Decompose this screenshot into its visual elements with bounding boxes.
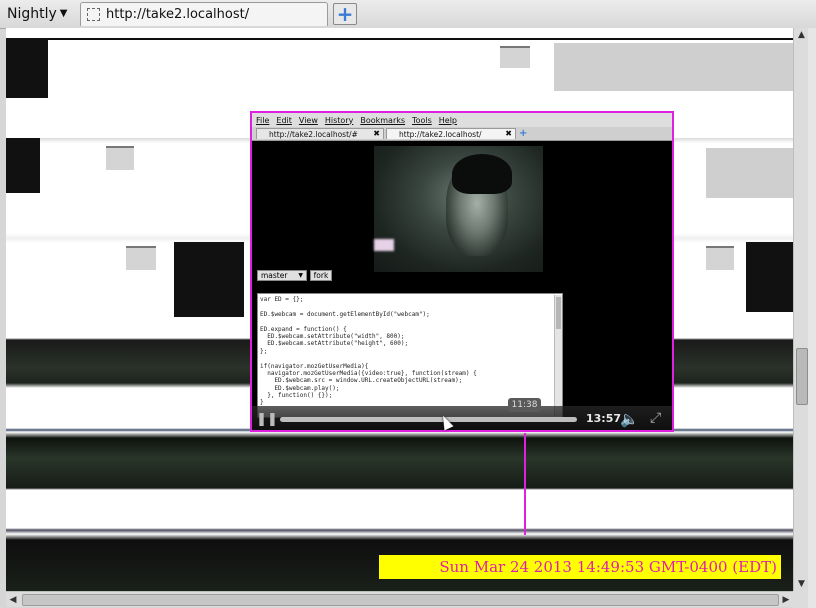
video-controls: ❚❚ 13:57 🔈 ⤢ bbox=[252, 406, 672, 430]
fork-button-label: fork bbox=[313, 271, 329, 280]
video-player[interactable]: File Edit View History Bookmarks Tools H… bbox=[250, 111, 674, 432]
seek-time-tooltip: 11:38 bbox=[508, 398, 541, 412]
scroll-up-icon[interactable]: ▲ bbox=[794, 28, 809, 42]
horizontal-scrollbar[interactable]: ◀ ▶ bbox=[6, 591, 793, 607]
seek-bar[interactable] bbox=[280, 417, 577, 422]
recorded-menu-item: View bbox=[298, 115, 318, 125]
fork-button: fork bbox=[310, 270, 332, 281]
scrollbar-thumb[interactable] bbox=[22, 594, 779, 606]
chevron-down-icon: ▼ bbox=[59, 8, 68, 19]
new-tab-button[interactable]: + bbox=[333, 3, 357, 25]
page-icon bbox=[87, 8, 100, 21]
video-frame-strip bbox=[6, 38, 48, 98]
close-icon: ✖ bbox=[505, 129, 512, 138]
video-frame-strip bbox=[746, 242, 793, 312]
browser-tab[interactable]: http://take2.localhost/ bbox=[80, 2, 328, 26]
recorded-menu-item: File bbox=[256, 115, 270, 125]
scroll-left-icon[interactable]: ◀ bbox=[6, 592, 20, 607]
scrollbar-thumb bbox=[556, 297, 561, 329]
recorded-menu-item: Tools bbox=[412, 115, 432, 125]
code-line: ED.$webcam = document.getElementById("we… bbox=[260, 310, 430, 318]
code-line: }; bbox=[260, 347, 268, 355]
vertical-scrollbar[interactable]: ▲ ▼ bbox=[793, 28, 809, 591]
timestamp-text: Sun Mar 24 2013 14:49:53 GMT-0400 (EDT) bbox=[439, 558, 777, 576]
recorded-tabbar: http://take2.localhost/# ✖ http://take2.… bbox=[252, 127, 672, 141]
webcam-frame bbox=[374, 146, 543, 272]
code-line: var ED = {}; bbox=[260, 296, 304, 303]
video-frame-strip bbox=[554, 43, 793, 91]
code-scrollbar bbox=[554, 295, 562, 416]
scrollbar-thumb[interactable] bbox=[796, 348, 808, 405]
volume-icon[interactable]: 🔈 bbox=[620, 410, 639, 428]
plus-icon: + bbox=[519, 128, 528, 139]
duration-display: 13:57 bbox=[586, 412, 622, 425]
tab-title: http://take2.localhost/ bbox=[106, 7, 250, 22]
code-line: ED.expand = function() { bbox=[260, 325, 347, 333]
pause-icon[interactable]: ❚❚ bbox=[256, 411, 278, 427]
timestamp-banner: Sun Mar 24 2013 14:49:53 GMT-0400 (EDT) bbox=[379, 555, 781, 579]
video-frame-strip bbox=[106, 146, 134, 170]
recorded-tab-title: http://take2.localhost/ bbox=[399, 129, 482, 139]
browser-toolbar: Nightly ▼ http://take2.localhost/ + bbox=[0, 0, 816, 29]
recorded-tab: http://take2.localhost/ ✖ bbox=[386, 128, 516, 139]
recorded-menu-item: Bookmarks bbox=[360, 115, 406, 125]
code-line: navigator.mozGetUserMedia({video:true}, … bbox=[260, 369, 477, 377]
recorded-menu-item: Edit bbox=[276, 115, 292, 125]
branch-select-value: master bbox=[261, 271, 288, 280]
code-line: ED.$webcam.src = window.URL.createObject… bbox=[260, 377, 463, 385]
video-frame-strip bbox=[6, 138, 40, 193]
scroll-right-icon[interactable]: ▶ bbox=[779, 592, 793, 607]
code-line: ED.$webcam.setAttribute("width", 800); bbox=[260, 332, 405, 340]
scroll-down-icon[interactable]: ▼ bbox=[794, 577, 809, 591]
chevron-down-icon: ▼ bbox=[298, 272, 303, 279]
window-edge bbox=[808, 28, 816, 608]
close-icon: ✖ bbox=[373, 129, 380, 138]
recorded-menu-item: History bbox=[324, 115, 354, 125]
recorded-menu-item: Help bbox=[438, 115, 458, 125]
timeline-marker bbox=[524, 433, 526, 535]
scrollbar-corner bbox=[793, 591, 809, 608]
fullscreen-icon[interactable]: ⤢ bbox=[650, 410, 661, 426]
video-frame-strip bbox=[706, 246, 734, 270]
video-frame-strip bbox=[174, 242, 244, 317]
webcam-hair bbox=[452, 154, 512, 194]
recorded-menubar: File Edit View History Bookmarks Tools H… bbox=[252, 113, 672, 127]
recorded-tab: http://take2.localhost/# ✖ bbox=[256, 128, 384, 139]
code-line: }, function() {}); bbox=[260, 392, 333, 400]
app-menu-label: Nightly bbox=[7, 5, 57, 22]
video-frame-strip bbox=[500, 46, 530, 68]
branch-select: master ▼ bbox=[257, 270, 307, 281]
app-menu-button[interactable]: Nightly ▼ bbox=[7, 3, 75, 24]
recorded-tab-title: http://take2.localhost/# bbox=[269, 129, 358, 139]
code-line: if(navigator.mozGetUserMedia){ bbox=[260, 362, 369, 370]
plus-icon: + bbox=[336, 2, 354, 26]
webcam-glare bbox=[374, 239, 394, 251]
video-frame-strip bbox=[706, 148, 793, 198]
code-line: ED.$webcam.play(); bbox=[260, 384, 340, 392]
video-frame-strip bbox=[126, 246, 156, 270]
code-line: ED.$webcam.setAttribute("height", 600); bbox=[260, 340, 409, 348]
